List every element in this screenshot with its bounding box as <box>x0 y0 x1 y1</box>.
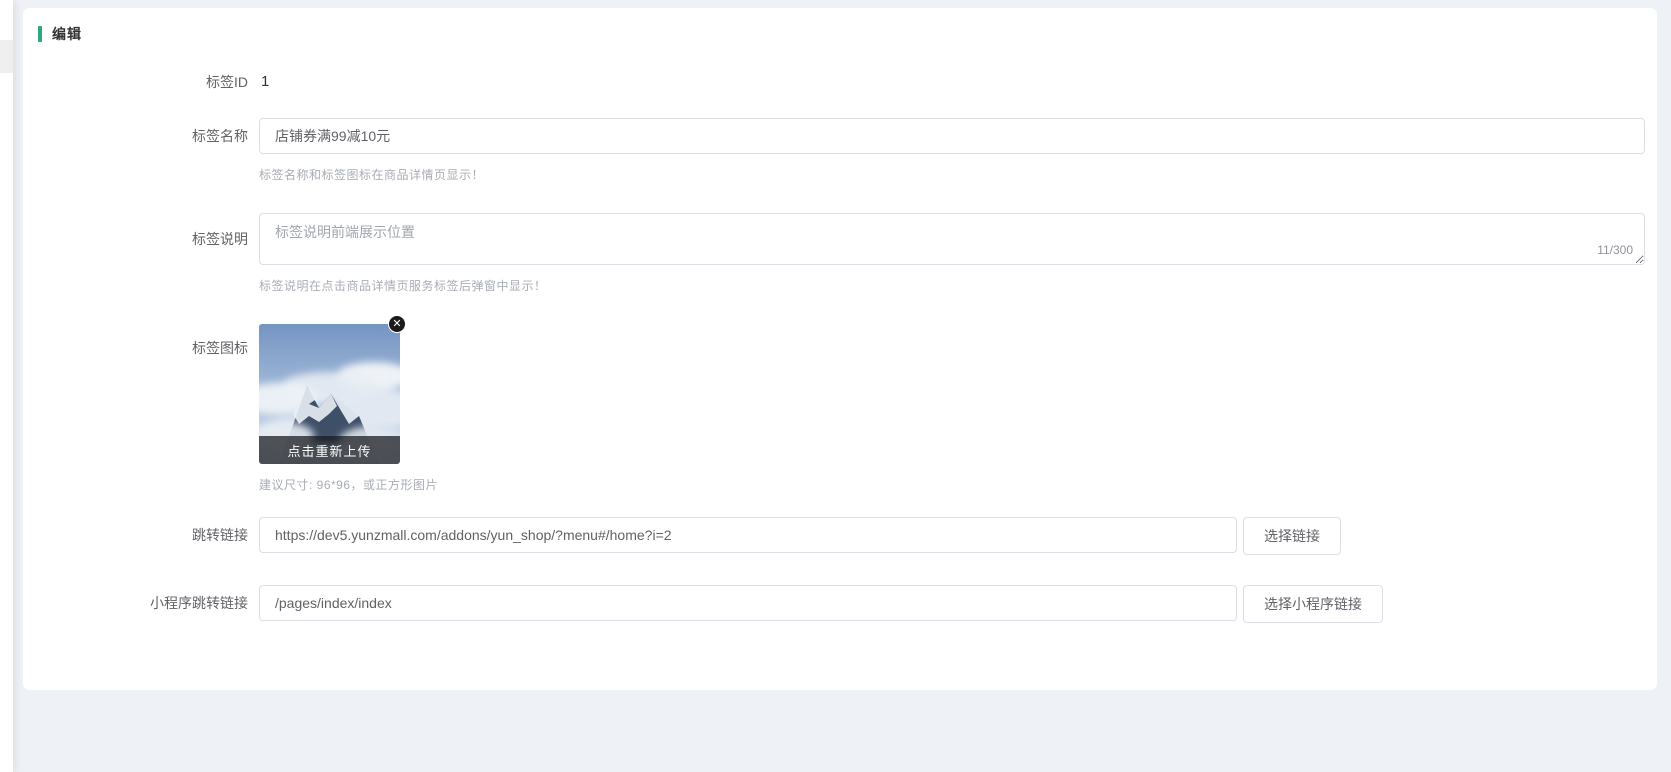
tag-name-label: 标签名称 <box>23 118 248 183</box>
edit-form: 标签ID 1 标签名称 标签名称和标签图标在商品详情页显示！ 标签说明 标签说明… <box>23 44 1657 623</box>
tag-name-input[interactable] <box>259 118 1645 154</box>
form-row-tag-icon: 标签图标 <box>23 324 1657 493</box>
tag-id-label: 标签ID <box>23 72 248 92</box>
tag-icon-help: 建议尺寸: 96*96，或正方形图片 <box>259 476 1657 493</box>
tag-desc-help: 标签说明在点击商品详情页服务标签后弹窗中显示！ <box>259 277 1657 294</box>
tag-id-value: 1 <box>259 73 269 90</box>
tag-name-help: 标签名称和标签图标在商品详情页显示！ <box>259 166 1657 183</box>
mini-program-link-input[interactable] <box>259 585 1237 621</box>
tag-desc-textarea[interactable]: 标签说明前端展示位置 <box>259 213 1645 265</box>
page-title: 编辑 <box>52 24 82 44</box>
reupload-overlay-button[interactable]: 点击重新上传 <box>259 436 400 464</box>
jump-link-input[interactable] <box>259 517 1237 553</box>
form-row-tag-name: 标签名称 标签名称和标签图标在商品详情页显示！ <box>23 118 1657 183</box>
collapsed-sidebar-item <box>0 40 13 73</box>
header-accent-bar <box>38 26 42 42</box>
panel-header: 编辑 <box>23 8 1657 44</box>
tag-icon-label: 标签图标 <box>23 324 248 493</box>
form-row-mini-program-link: 小程序跳转链接 选择小程序链接 <box>23 585 1657 623</box>
close-icon[interactable]: ✕ <box>388 315 406 333</box>
form-row-tag-id: 标签ID 1 <box>23 72 1657 92</box>
collapsed-sidebar <box>0 0 13 772</box>
mini-program-link-label: 小程序跳转链接 <box>23 585 248 623</box>
jump-link-label: 跳转链接 <box>23 517 248 555</box>
edit-panel: 编辑 标签ID 1 标签名称 标签名称和标签图标在商品详情页显示！ 标签说明 标… <box>23 8 1657 690</box>
tag-desc-label: 标签说明 <box>23 213 248 294</box>
select-link-button[interactable]: 选择链接 <box>1243 517 1341 555</box>
form-row-tag-desc: 标签说明 标签说明前端展示位置 11/300 标签说明在点击商品详情页服务标签后… <box>23 213 1657 294</box>
select-mini-program-link-button[interactable]: 选择小程序链接 <box>1243 585 1383 623</box>
form-row-jump-link: 跳转链接 选择链接 <box>23 517 1657 555</box>
icon-upload-thumbnail[interactable]: 点击重新上传 ✕ <box>259 324 400 464</box>
